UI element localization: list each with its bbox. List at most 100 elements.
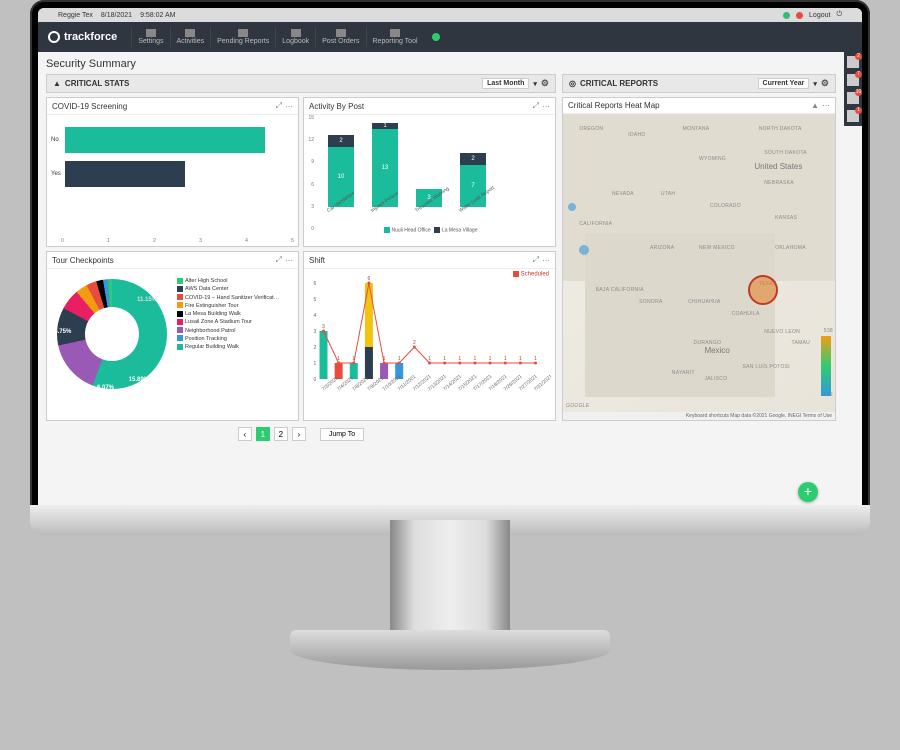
reports-range-select[interactable]: Current Year [758, 78, 810, 89]
nav-settings[interactable]: Settings [131, 27, 169, 47]
tour-legend: Alter High SchoolAWS Data CenterCOVID-19… [177, 277, 279, 416]
brand-text: trackforce [64, 31, 117, 43]
critical-stats-title: CRITICAL STATS [65, 79, 129, 88]
chevron-down-icon[interactable]: ▾ [813, 80, 817, 88]
map-state-label: OKLAHOMA [775, 245, 806, 251]
warning-icon: ▲ [53, 79, 61, 88]
shift-bar [320, 331, 328, 379]
chevron-down-icon[interactable]: ▾ [533, 80, 537, 88]
pager-page-2[interactable]: 2 [274, 427, 288, 441]
svg-text:1: 1 [337, 356, 340, 362]
svg-text:1: 1 [314, 361, 317, 367]
more-icon[interactable]: ⋯ [285, 102, 293, 111]
activity-bar-seg: 2 [460, 153, 486, 165]
svg-text:3: 3 [322, 324, 325, 330]
covid-cat: Yes [51, 171, 65, 177]
pager-page-1[interactable]: 1 [256, 427, 270, 441]
nav-icon [291, 29, 301, 37]
rail-hierarchy-icon[interactable]: 1 [847, 110, 859, 122]
map-state-label: SONORA [639, 299, 662, 305]
stats-range-select[interactable]: Last Month [482, 78, 529, 89]
map-state-label: COAHUILA [732, 311, 760, 317]
svg-text:2: 2 [314, 345, 317, 351]
stats-gear-icon[interactable]: ⚙ [541, 78, 549, 89]
rail-alert-icon[interactable]: 10 [847, 92, 859, 104]
scale-min: 2 [830, 392, 833, 398]
map-state-label: NAYARIT [672, 370, 695, 376]
nav-activities[interactable]: Activities [170, 27, 211, 47]
tour-donut: 55.75%15.89%11.15%6.07% [57, 279, 167, 389]
menubar-user: Reggie Tex [58, 12, 93, 19]
more-icon[interactable]: ⋯ [285, 256, 293, 265]
expand-icon[interactable]: ⤢ [276, 255, 282, 265]
notification-dot-icon[interactable] [432, 33, 440, 41]
svg-text:1: 1 [474, 356, 477, 362]
map-state-label: UTAH [661, 191, 675, 197]
more-icon[interactable]: ⋯ [542, 102, 550, 111]
svg-text:1: 1 [458, 356, 461, 362]
heatmap-title: Critical Reports Heat Map [568, 101, 660, 110]
map-state-label: KANSAS [775, 215, 797, 221]
svg-text:1: 1 [383, 356, 386, 362]
critical-stats-header: ▲ CRITICAL STATS Last Month ▾ ⚙ [46, 74, 556, 93]
activity-bar-seg: 2 [328, 135, 354, 147]
map-state-label: SOUTH DAKOTA [764, 150, 807, 156]
activity-title: Activity By Post [309, 102, 364, 111]
svg-text:1: 1 [352, 356, 355, 362]
svg-text:1: 1 [534, 356, 537, 362]
expand-icon[interactable]: ⤢ [276, 101, 282, 111]
map-state-label: IDAHO [628, 132, 645, 138]
nav-pending-reports[interactable]: Pending Reports [210, 27, 275, 47]
map-state-label: CHIHUAHUA [688, 299, 720, 305]
shift-title: Shift [309, 256, 325, 265]
nav-post-orders[interactable]: Post Orders [315, 27, 365, 47]
reports-gear-icon[interactable]: ⚙ [821, 78, 829, 89]
shift-line [324, 283, 536, 363]
rail-user-icon[interactable]: 7 [847, 74, 859, 86]
widget-heatmap: Critical Reports Heat Map ▲⋯ OREGON IDAHO N… [562, 97, 836, 421]
rail-clipboard-icon[interactable]: 2 [847, 56, 859, 68]
map-state-label: NEBRASKA [764, 180, 794, 186]
expand-icon[interactable]: ⤢ [533, 255, 539, 265]
more-icon[interactable]: ⋯ [822, 101, 830, 110]
filter-icon[interactable]: ▲ [811, 101, 819, 110]
widget-shift: Shift⤢⋯ Scheduled 0123456311611211111111… [303, 251, 556, 421]
map-state-label: JALISCO [704, 376, 727, 382]
brand[interactable]: trackforce [48, 31, 117, 43]
svg-text:4: 4 [314, 313, 317, 319]
pager-jump-to[interactable]: Jump To [320, 428, 364, 441]
svg-text:1: 1 [504, 356, 507, 362]
more-icon[interactable]: ⋯ [542, 256, 550, 265]
shift-legend-label: Scheduled [521, 272, 549, 278]
activity-legend: Nuuli Head Office La Mesa Village [308, 227, 551, 233]
expand-icon[interactable]: ⤢ [533, 101, 539, 111]
map-state-label: NEVADA [612, 191, 634, 197]
power-icon[interactable]: ⏻ [836, 11, 842, 19]
svg-text:6: 6 [368, 276, 371, 282]
google-logo: Google [566, 403, 589, 409]
map-state-label: OREGON [579, 126, 603, 132]
shift-bar [365, 347, 373, 379]
covid-title: COVID-19 Screening [52, 102, 127, 111]
map-state-label: BAJA CALIFORNIA [596, 287, 644, 293]
svg-text:3: 3 [314, 329, 317, 335]
covid-bar [65, 127, 265, 153]
close-dot-icon[interactable] [796, 12, 803, 19]
map-state-label: WYOMING [699, 156, 726, 162]
map-state-label: NUEVO LEON [764, 329, 800, 335]
covid-cat: No [51, 137, 65, 143]
pager-prev[interactable]: ‹ [238, 427, 252, 441]
nav-reporting-tool[interactable]: Reporting Tool [366, 27, 424, 47]
add-fab-button[interactable]: + [798, 482, 818, 502]
scale-max: 538 [824, 328, 833, 334]
nav-label: Logbook [282, 38, 309, 45]
nav-logbook[interactable]: Logbook [275, 27, 315, 47]
widget-activity: Activity By Post⤢⋯ 15129630102Car Vandal… [303, 97, 556, 247]
right-rail: 2 7 10 1 [844, 52, 862, 126]
covid-bar [65, 161, 185, 187]
status-dot-icon [783, 12, 790, 19]
logout-link[interactable]: Logout [809, 12, 830, 19]
pager-next[interactable]: › [292, 427, 306, 441]
svg-text:1: 1 [398, 356, 401, 362]
heatmap-map[interactable]: OREGONIDAHONEVADAUTAHCALIFORNIAARIZONAWY… [563, 114, 835, 412]
